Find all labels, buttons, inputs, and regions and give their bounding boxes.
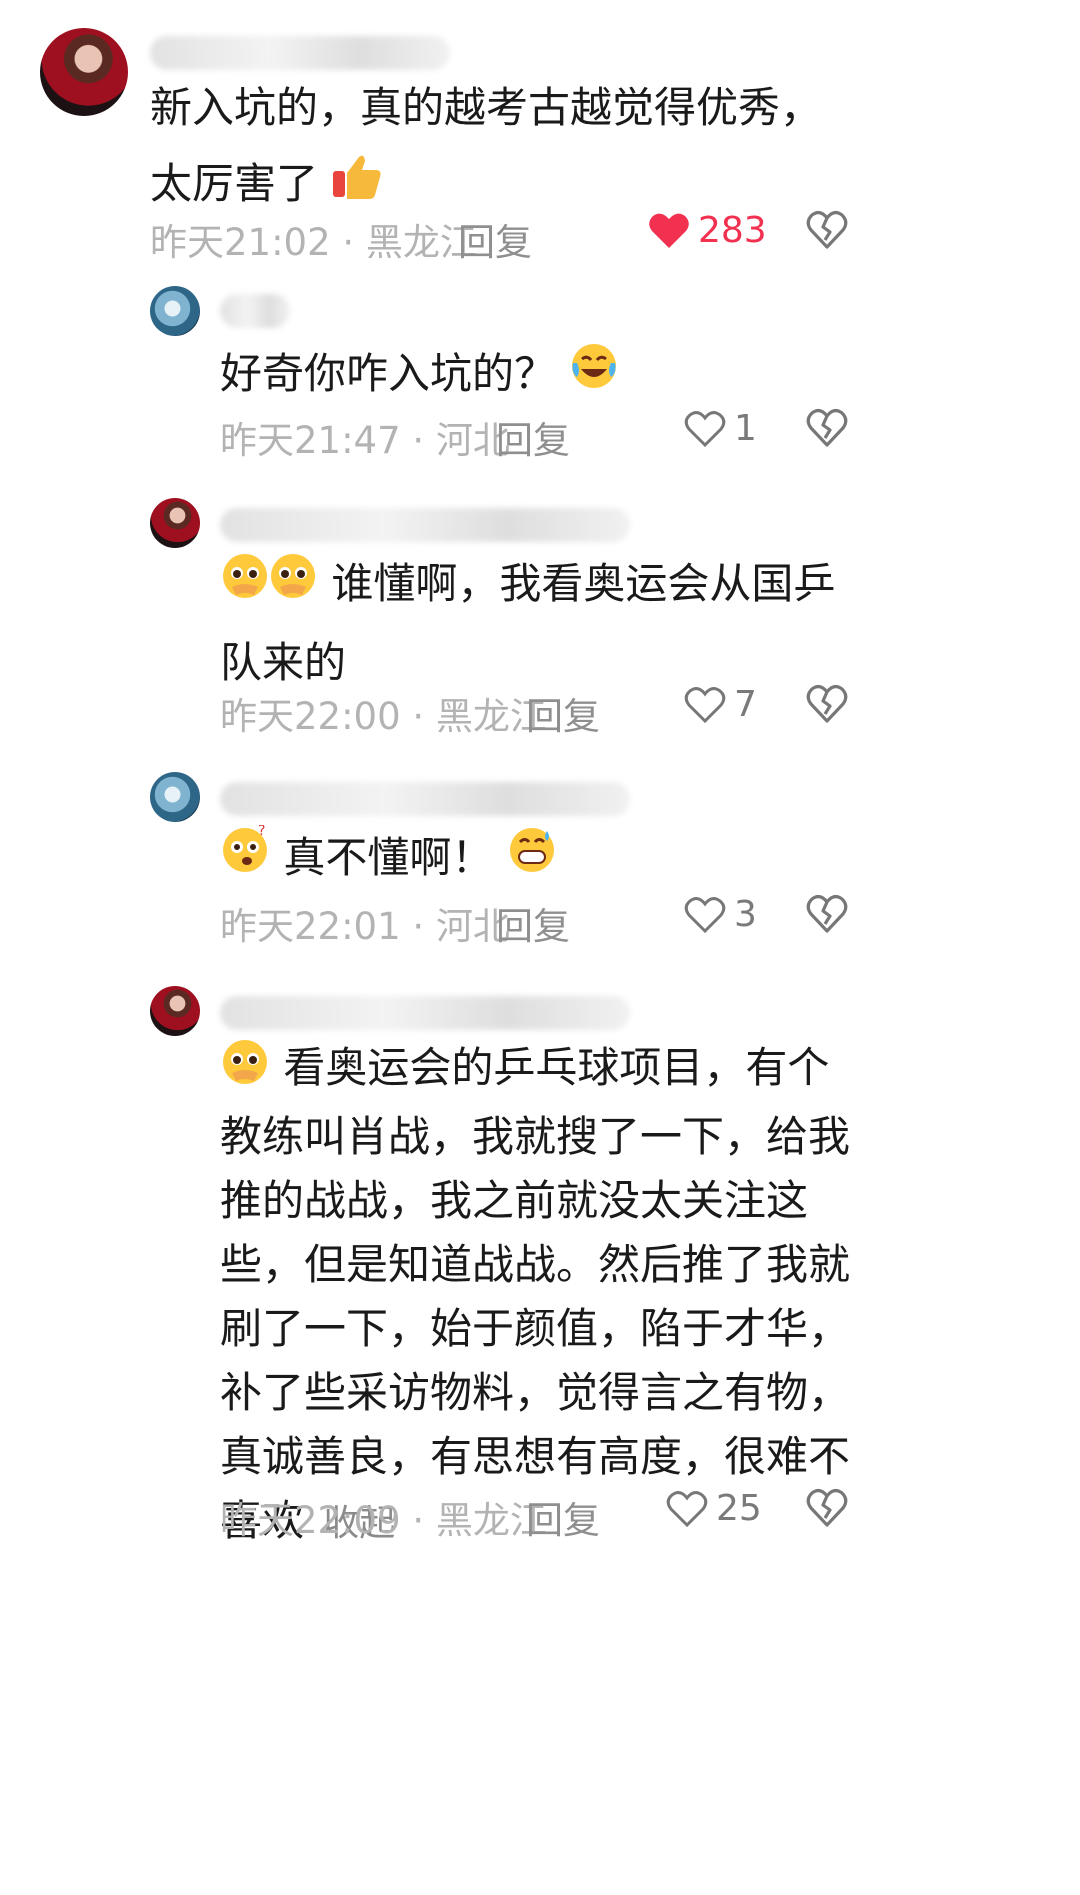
reply-button[interactable]: 回复 [526,686,600,740]
like-count: 1 [734,408,757,449]
username-blurred[interactable] [220,294,290,328]
grin-sweat-icon [507,823,557,899]
avatar[interactable] [40,28,128,116]
heart-outline-icon [666,1490,708,1527]
comment-text: 看奥运会的乒乓球项目，有个教练叫肖战，我就搜了一下，给我推的战战，我之前就没太关… [220,1036,860,1556]
like-button[interactable]: 3 [684,894,757,935]
pleading-face-icon [220,549,318,625]
comment-meta: 昨天21:47 · 河北 [220,419,510,462]
comment-text: 新入坑的，真的越考古越觉得优秀，太厉害了 [150,70,840,225]
like-count: 25 [716,1488,762,1529]
username-blurred[interactable] [150,36,450,70]
like-button[interactable]: 7 [684,684,757,725]
pleading-face-icon [220,1037,270,1105]
comment-text: ? 真不懂啊！ [220,820,860,899]
comment-text: 好奇你咋入坑的？ [220,336,860,415]
like-count: 7 [734,684,757,725]
like-button[interactable]: 1 [684,408,757,449]
confused-face-icon: ? [220,823,270,899]
username-blurred[interactable] [220,508,630,542]
heart-filled-icon [649,213,689,248]
comment-meta: 昨天21:02 · 黑龙江 [150,221,477,264]
username-blurred[interactable] [220,782,630,816]
avatar[interactable] [150,498,200,548]
heart-outline-icon [684,410,726,447]
comment-meta: 昨天22:01 · 河北 [220,905,510,948]
like-button[interactable]: 283 [648,210,767,251]
comment-text: 谁懂啊，我看奥运会从国乒队来的 [220,546,860,701]
heart-outline-icon [684,896,726,933]
avatar[interactable] [150,986,200,1036]
heart-outline-icon [684,686,726,723]
dislike-icon[interactable] [806,684,848,724]
comment-meta: 昨天22:09 · 黑龙江 [220,1499,547,1542]
like-count: 3 [734,894,757,935]
laughing-tears-icon [569,339,619,415]
dislike-icon[interactable] [806,210,848,250]
avatar[interactable] [150,772,200,822]
like-count: 283 [698,210,767,251]
reply-button[interactable]: 回复 [458,212,532,266]
dislike-icon[interactable] [806,1488,848,1528]
reply-button[interactable]: 回复 [496,410,570,464]
reply-button[interactable]: 回复 [496,896,570,950]
avatar[interactable] [150,286,200,336]
like-button[interactable]: 25 [666,1488,762,1529]
dislike-icon[interactable] [806,408,848,448]
dislike-icon[interactable] [806,894,848,934]
comment-meta: 昨天22:00 · 黑龙江 [220,695,547,738]
svg-text:?: ? [258,825,265,839]
reply-button[interactable]: 回复 [526,1490,600,1544]
username-blurred[interactable] [220,996,630,1030]
